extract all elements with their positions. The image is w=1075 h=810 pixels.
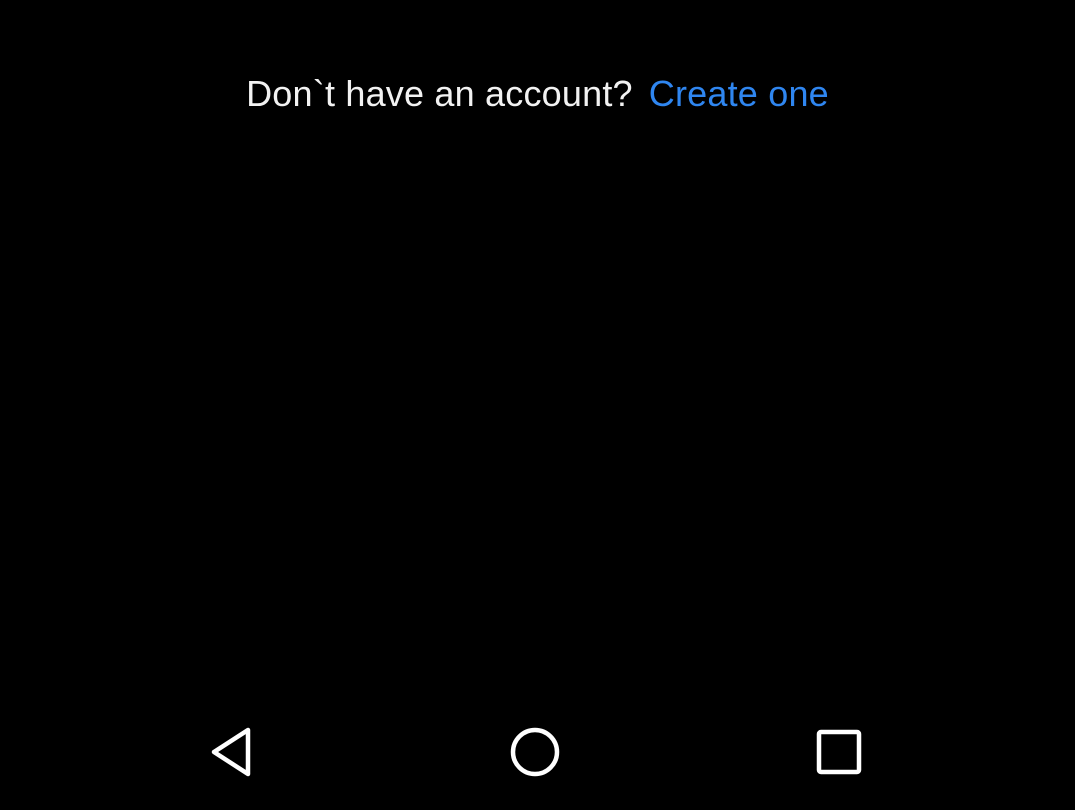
signup-prompt: Don`t have an account? Create one <box>0 70 1075 118</box>
create-account-link[interactable]: Create one <box>649 73 829 114</box>
recents-button[interactable] <box>799 712 879 792</box>
home-circle-icon <box>510 727 560 777</box>
back-button[interactable] <box>193 712 273 792</box>
home-button[interactable] <box>495 712 575 792</box>
back-triangle-icon <box>211 727 251 777</box>
no-account-text: Don`t have an account? <box>246 73 633 114</box>
system-navigation-bar <box>0 700 1075 810</box>
recents-square-icon <box>816 729 862 775</box>
